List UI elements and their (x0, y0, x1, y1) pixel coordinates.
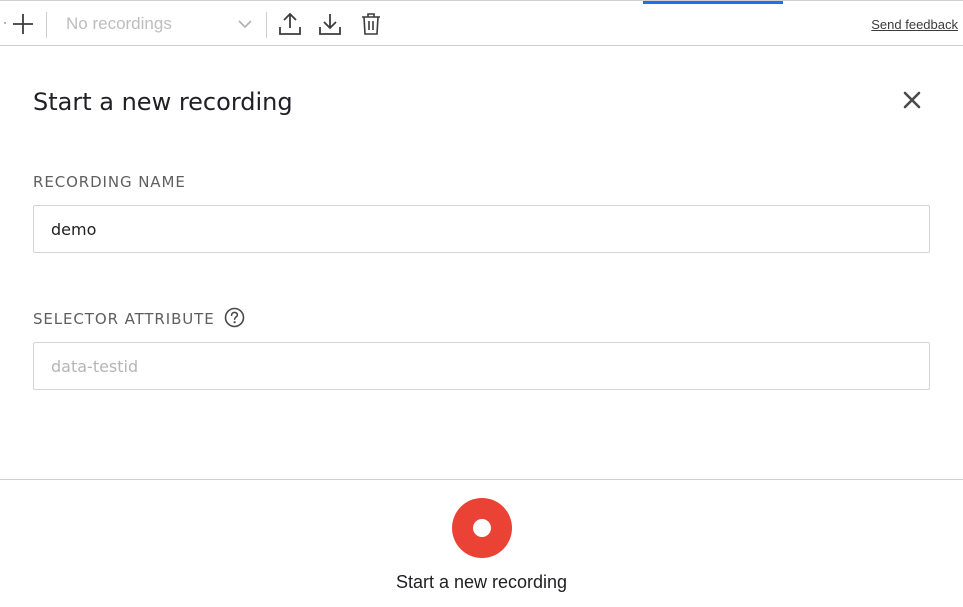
close-icon (903, 91, 921, 109)
recording-name-label: RECORDING NAME (33, 173, 186, 191)
dialog-title: Start a new recording (33, 88, 293, 116)
recording-select-value: No recordings (66, 14, 172, 33)
trash-icon (362, 13, 380, 35)
help-icon (224, 307, 245, 328)
toolbar-separator (266, 12, 267, 38)
footer-divider (0, 479, 963, 480)
selector-attribute-label: SELECTOR ATTRIBUTE (33, 310, 215, 328)
record-icon (473, 519, 491, 537)
active-tab-indicator (643, 1, 783, 4)
start-recording-label[interactable]: Start a new recording (0, 572, 963, 593)
close-dialog-button[interactable] (900, 88, 924, 112)
plus-icon (13, 14, 33, 34)
toolbar-separator (46, 12, 47, 38)
recording-select[interactable]: No recordings (56, 9, 260, 39)
selector-attribute-input[interactable] (33, 342, 930, 390)
toolbar-drag-dot (4, 22, 6, 24)
upload-icon (279, 12, 301, 35)
add-recording-button[interactable] (12, 13, 34, 35)
export-recording-button[interactable] (278, 12, 302, 36)
chevron-down-icon (238, 20, 252, 29)
download-icon (319, 14, 341, 35)
selector-attribute-help-button[interactable] (224, 307, 245, 328)
import-recording-button[interactable] (318, 12, 342, 36)
delete-recording-button[interactable] (359, 12, 383, 36)
start-recording-button[interactable] (452, 498, 512, 558)
send-feedback-link[interactable]: Send feedback (871, 17, 958, 32)
recording-name-input[interactable] (33, 205, 930, 253)
recorder-toolbar: No recordings Send feedback (0, 0, 963, 46)
